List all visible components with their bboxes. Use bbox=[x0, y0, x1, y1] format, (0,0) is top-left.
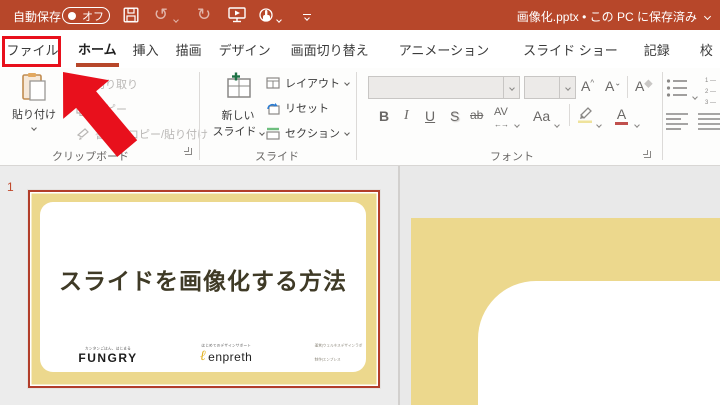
title-bar: 自動保存 オフ ↺ ↻ 画像化.pptx • この PC に保存済み bbox=[0, 0, 720, 30]
save-icon[interactable] bbox=[120, 5, 142, 25]
font-dialog-launcher-icon[interactable] bbox=[643, 150, 653, 160]
align-left-button[interactable] bbox=[666, 112, 688, 130]
slides-group-label: スライド bbox=[255, 151, 299, 163]
slideshow-from-start-icon[interactable] bbox=[226, 5, 248, 25]
redo-icon[interactable]: ↻ bbox=[193, 5, 215, 25]
bullets-dropdown-icon[interactable] bbox=[692, 86, 698, 104]
font-group: A^ A⌄ A B I U S ab AV ←→ Aa A フォント bbox=[357, 68, 662, 166]
file-tab-highlight-box bbox=[2, 36, 61, 67]
text-shadow-button[interactable]: S bbox=[450, 108, 459, 124]
tab-transitions[interactable]: 画面切り替え bbox=[291, 40, 369, 59]
tab-design[interactable]: デザイン bbox=[219, 40, 271, 59]
undo-icon[interactable]: ↺ bbox=[150, 5, 172, 25]
change-case-dropdown-icon[interactable] bbox=[554, 114, 560, 132]
credit-line: 運営|ウェルネスデザインラボ bbox=[314, 343, 362, 348]
character-spacing-dropdown-icon[interactable] bbox=[514, 114, 520, 132]
workspace: 1 スライドを画像化する方法 カンタンごはん、はじまる FUNGRY はじめての… bbox=[0, 166, 720, 405]
fungry-logo: カンタンごはん、はじまる FUNGRY bbox=[57, 340, 159, 366]
autosave-state: オフ bbox=[82, 10, 104, 23]
bullets-icon bbox=[666, 79, 687, 97]
highlight-color-button[interactable] bbox=[577, 106, 593, 123]
font-color-button[interactable]: A bbox=[615, 106, 628, 125]
paragraph-group: 1 —2 —3 — bbox=[663, 68, 720, 166]
autosave-toggle[interactable]: オフ bbox=[62, 7, 110, 24]
strikethrough-button[interactable]: ab bbox=[470, 108, 483, 122]
paste-dropdown-icon bbox=[31, 125, 37, 131]
fungry-logo-text: FUNGRY bbox=[78, 351, 138, 365]
title-dropdown-icon bbox=[703, 12, 712, 21]
fungry-tagline: カンタンごはん、はじまる bbox=[85, 346, 131, 351]
ribbon-tab-row: ファイル ホーム 挿入 描画 デザイン 画面切り替え アニメーション スライド … bbox=[0, 30, 720, 68]
enpreth-logo-mark: ℓ bbox=[200, 348, 207, 364]
new-slide-dropdown-icon bbox=[258, 130, 265, 136]
credit-line: 制作|エンプレス bbox=[314, 356, 341, 361]
toggle-knob bbox=[68, 11, 76, 20]
editor-slide-background[interactable] bbox=[411, 218, 720, 405]
font-size-combobox[interactable] bbox=[524, 76, 576, 99]
tab-slideshow[interactable]: スライド ショー bbox=[523, 40, 618, 59]
slide-title: スライドを画像化する方法 bbox=[59, 268, 347, 294]
change-case-button[interactable]: Aa bbox=[533, 108, 550, 124]
underline-button[interactable]: U bbox=[425, 108, 435, 124]
qat-overflow-icon[interactable] bbox=[296, 7, 318, 27]
shrink-font-button[interactable]: A⌄ bbox=[605, 78, 621, 94]
new-slide-icon bbox=[227, 72, 251, 98]
layout-icon bbox=[266, 77, 280, 89]
bullets-button[interactable] bbox=[666, 78, 688, 98]
layout-button[interactable]: レイアウト bbox=[266, 75, 350, 91]
slide-credits: 運営|ウェルネスデザインラボ 制作|エンプレス bbox=[243, 339, 362, 366]
autosave-label: 自動保存 bbox=[13, 10, 62, 24]
layout-dropdown-icon bbox=[344, 80, 350, 86]
tab-record[interactable]: 記録 bbox=[644, 40, 670, 59]
section-button[interactable]: セクション bbox=[266, 125, 350, 141]
font-color-swatch bbox=[615, 122, 628, 125]
character-spacing-button[interactable]: AV ←→ bbox=[494, 106, 509, 130]
font-color-dropdown-icon[interactable] bbox=[634, 114, 640, 132]
slide-editor-pane[interactable] bbox=[400, 166, 720, 405]
numbering-icon[interactable]: 1 —2 —3 — bbox=[705, 76, 716, 108]
new-slide-button[interactable]: 新しい スライド bbox=[212, 72, 265, 139]
tab-review[interactable]: 校 bbox=[700, 40, 713, 59]
slide-number: 1 bbox=[7, 180, 14, 194]
touch-mode-dropdown-icon[interactable] bbox=[274, 10, 284, 30]
section-icon bbox=[266, 127, 280, 140]
font-group-label: フォント bbox=[490, 151, 534, 163]
justify-button[interactable] bbox=[698, 112, 720, 130]
align-left-icon bbox=[666, 113, 688, 130]
tab-insert[interactable]: 挿入 bbox=[133, 40, 159, 59]
tab-animations[interactable]: アニメーション bbox=[399, 40, 489, 59]
reset-button[interactable]: リセット bbox=[266, 100, 329, 116]
clipboard-dialog-launcher-icon[interactable] bbox=[184, 147, 194, 157]
bold-button[interactable]: B bbox=[379, 108, 389, 124]
highlight-dropdown-icon[interactable] bbox=[596, 114, 602, 132]
font-name-combobox[interactable] bbox=[368, 76, 520, 99]
grow-font-button[interactable]: A^ bbox=[581, 78, 594, 94]
slides-group: 新しい スライド レイアウト リセット セクション スライド bbox=[200, 68, 355, 166]
undo-dropdown-icon[interactable] bbox=[171, 10, 181, 30]
reset-icon bbox=[267, 102, 280, 115]
font-size-dropdown-icon[interactable] bbox=[559, 77, 575, 98]
highlight-pen-icon bbox=[578, 107, 592, 123]
editor-slide-card[interactable] bbox=[478, 281, 720, 405]
justify-icon bbox=[698, 113, 720, 130]
document-title[interactable]: 画像化.pptx • この PC に保存済み bbox=[517, 8, 712, 25]
section-dropdown-icon bbox=[344, 130, 350, 136]
slide-1-thumbnail[interactable]: スライドを画像化する方法 カンタンごはん、はじまる FUNGRY はじめてのデザ… bbox=[28, 190, 380, 388]
slide-thumbnail-panel[interactable]: 1 スライドを画像化する方法 カンタンごはん、はじまる FUNGRY はじめての… bbox=[0, 166, 398, 405]
tab-draw[interactable]: 描画 bbox=[176, 40, 202, 59]
slide-content-card: スライドを画像化する方法 カンタンごはん、はじまる FUNGRY はじめてのデザ… bbox=[40, 202, 366, 372]
clear-formatting-button[interactable]: A bbox=[635, 78, 654, 94]
font-name-dropdown-icon[interactable] bbox=[503, 77, 519, 98]
italic-button[interactable]: I bbox=[404, 108, 409, 124]
